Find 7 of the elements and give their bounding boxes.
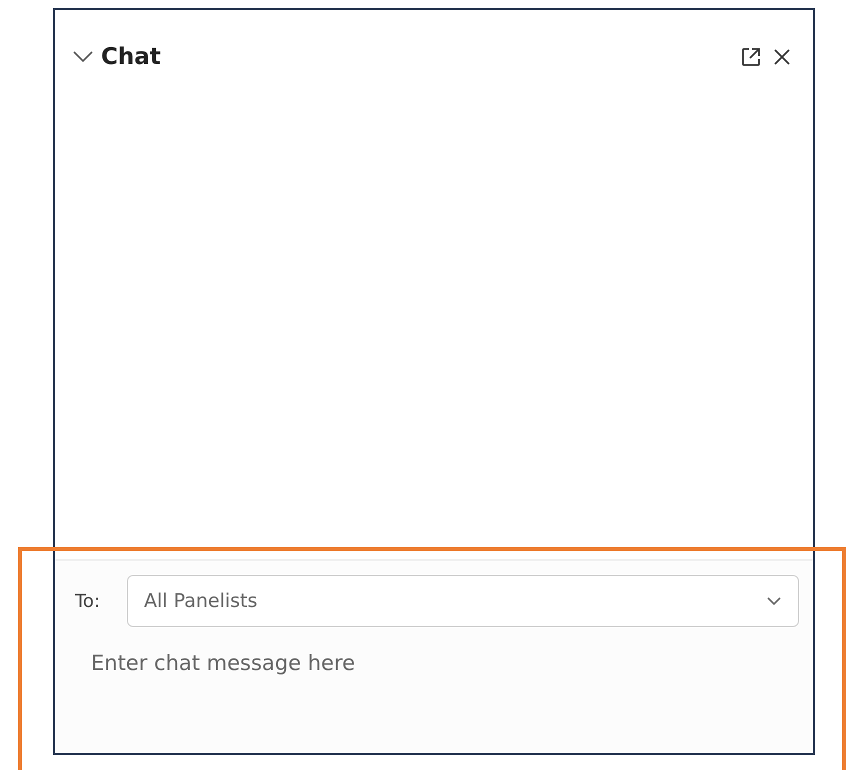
pop-out-icon[interactable] (739, 45, 763, 69)
chevron-icon[interactable] (71, 49, 95, 65)
caret-icon (766, 596, 782, 606)
message-input[interactable]: Enter chat message here (91, 647, 691, 679)
recipient-label: To: (75, 590, 102, 612)
panel-title: Chat (101, 44, 161, 70)
recipient-dropdown[interactable]: All Panelists (127, 575, 799, 627)
